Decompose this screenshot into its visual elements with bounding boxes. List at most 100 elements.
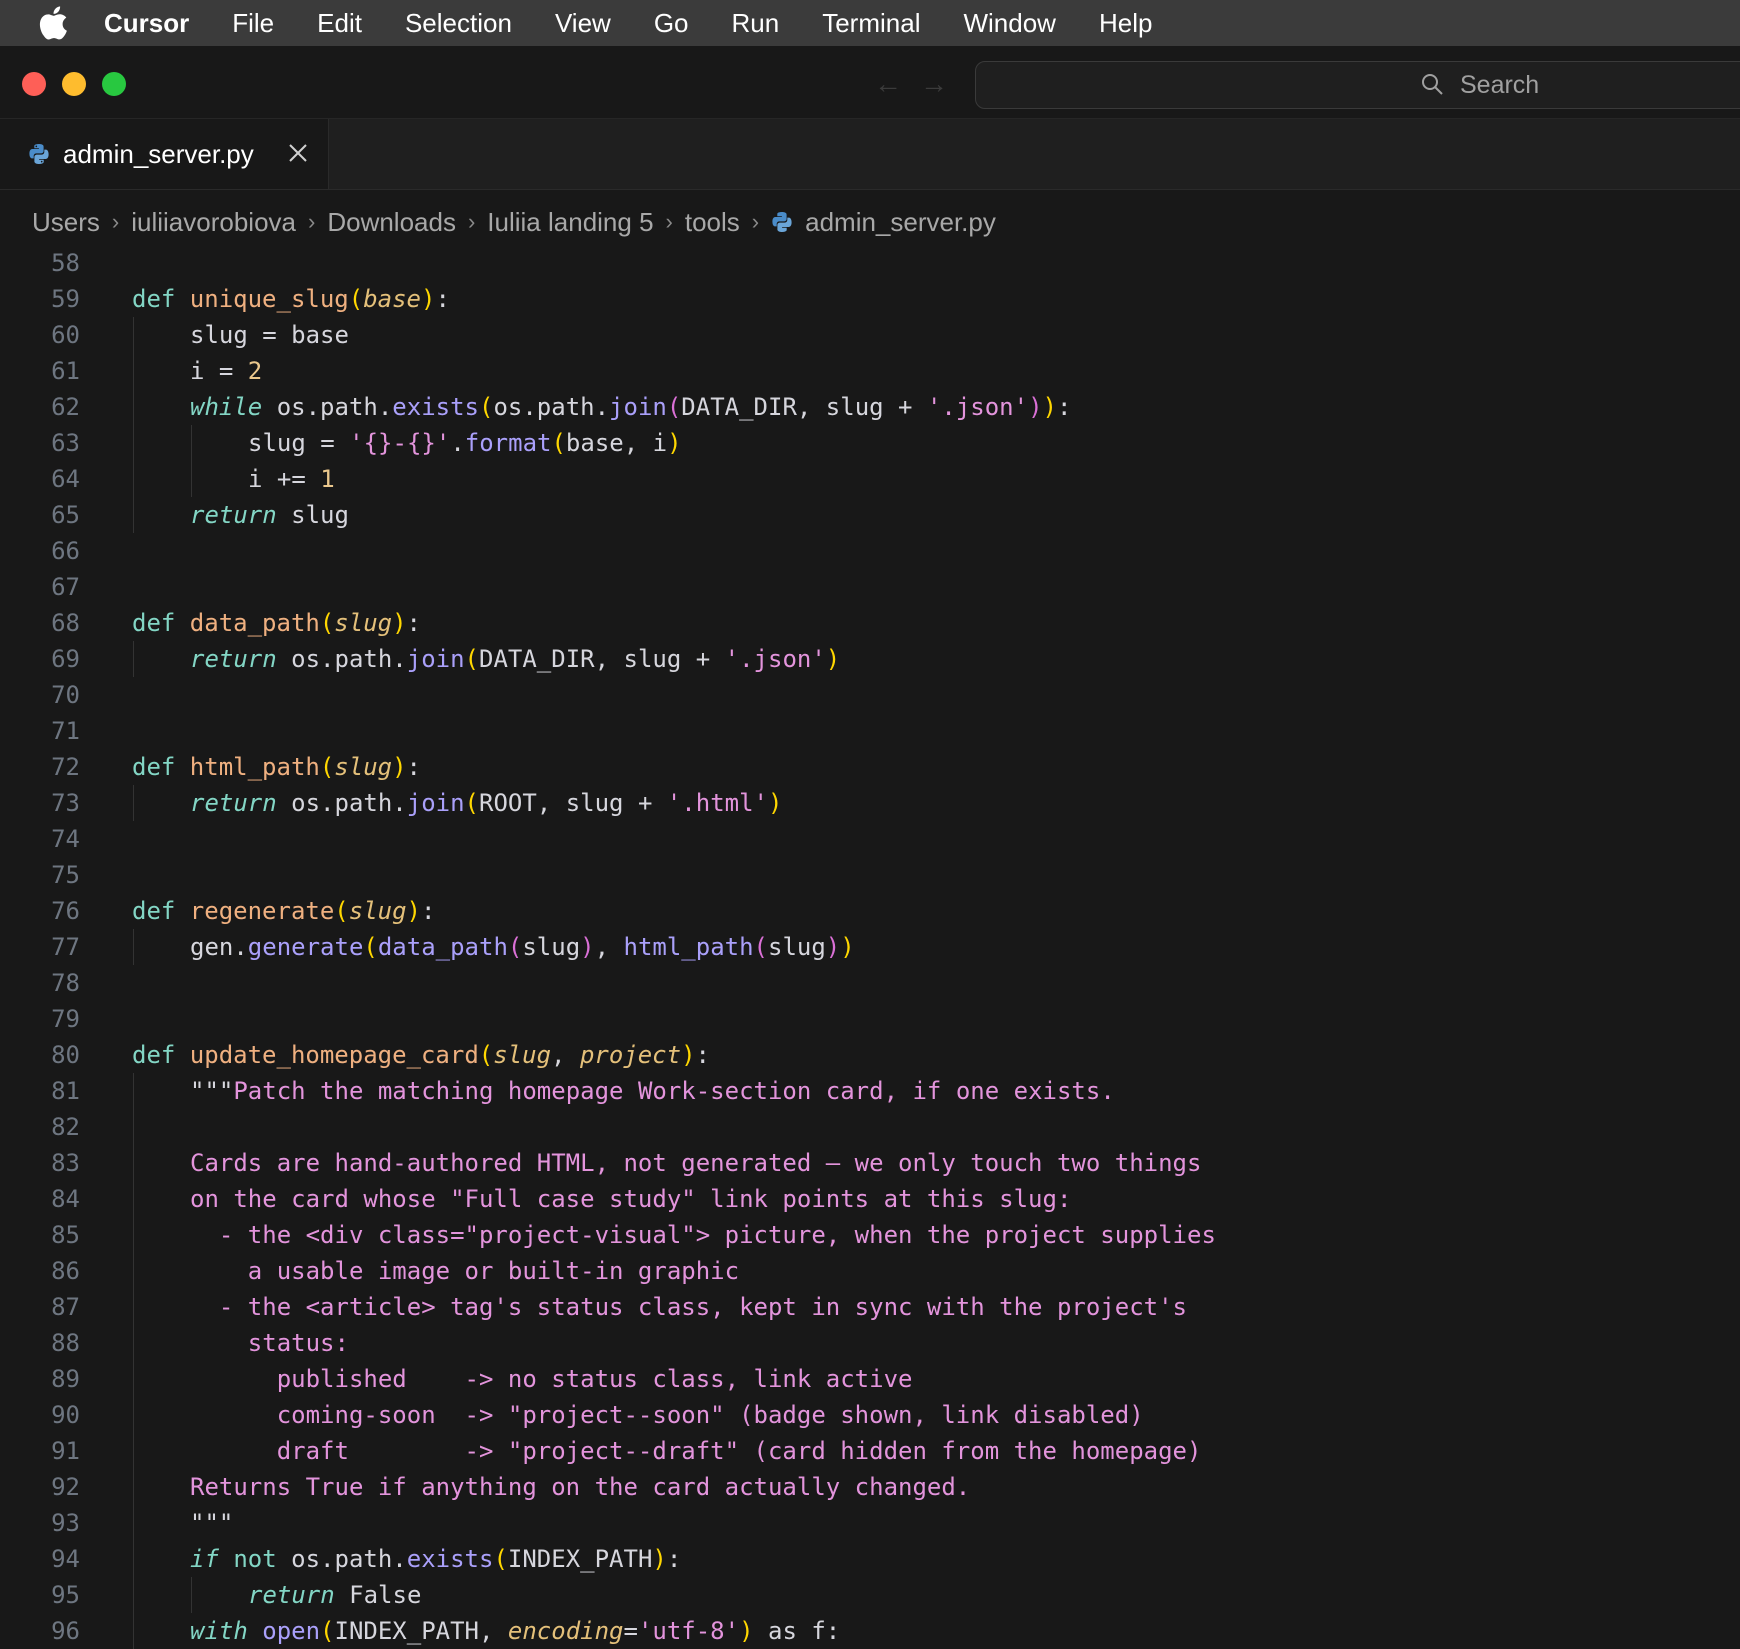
line-number: 93 <box>51 1509 80 1537</box>
code-line[interactable]: 81 """Patch the matching homepage Work-se… <box>0 1073 1740 1109</box>
code-line[interactable]: 96 with open(INDEX_PATH, encoding='utf-8'… <box>0 1613 1740 1649</box>
code-token: join <box>406 789 465 817</box>
code-line[interactable]: 70 <box>0 677 1740 713</box>
code-line[interactable]: 65 return slug <box>0 497 1740 533</box>
menu-help[interactable]: Help <box>1099 8 1152 39</box>
code-token: open <box>262 1617 321 1645</box>
code-line[interactable]: 58 <box>0 245 1740 281</box>
code-text: return False <box>248 1577 421 1613</box>
menu-terminal[interactable]: Terminal <box>822 8 920 39</box>
editor-tab-admin-server[interactable]: admin_server.py <box>0 119 329 189</box>
menu-file[interactable]: File <box>232 8 274 39</box>
code-line[interactable]: 89 published -> no status class, link ac… <box>0 1361 1740 1397</box>
code-line[interactable]: 88 status: <box>0 1325 1740 1361</box>
code-token: html_path <box>189 753 320 781</box>
breadcrumb-item[interactable]: iuliiavorobiova <box>131 207 296 238</box>
code-token: ) <box>392 753 407 781</box>
code-line[interactable]: 64 i += 1 <box>0 461 1740 497</box>
indent-guide <box>133 1397 134 1433</box>
line-number: 75 <box>51 861 80 889</box>
code-line[interactable]: 62 while os.path.exists(os.path.join(DATA… <box>0 389 1740 425</box>
window-minimize-button[interactable] <box>62 72 86 96</box>
breadcrumb: Users › iuliiavorobiova › Downloads › Iu… <box>32 202 996 242</box>
code-line[interactable]: 80 def update_homepage_card(slug, project… <box>0 1037 1740 1073</box>
code-line[interactable]: 86 a usable image or built-in graphic <box>0 1253 1740 1289</box>
code-line[interactable]: 94 if not os.path.exists(INDEX_PATH): <box>0 1541 1740 1577</box>
menu-window[interactable]: Window <box>963 8 1055 39</box>
code-line[interactable]: 63 slug = '{}-{}'.format(base, i) <box>0 425 1740 461</box>
window-close-button[interactable] <box>22 72 46 96</box>
line-number: 77 <box>51 933 80 961</box>
code-token: return <box>248 1581 335 1609</box>
code-token: slug <box>348 897 407 925</box>
window-maximize-button[interactable] <box>102 72 126 96</box>
breadcrumb-item[interactable]: admin_server.py <box>805 207 996 238</box>
command-search-box[interactable]: Search <box>975 61 1740 109</box>
breadcrumb-item[interactable]: Users <box>32 207 100 238</box>
code-line[interactable]: 79 <box>0 1001 1740 1037</box>
code-editor[interactable]: 58 59 def unique_slug(base): 60 slug = base 6… <box>0 245 1740 1649</box>
menu-selection[interactable]: Selection <box>405 8 512 39</box>
line-number: 96 <box>51 1617 80 1645</box>
code-token: slug = base <box>190 321 349 349</box>
code-line[interactable]: 71 <box>0 713 1740 749</box>
breadcrumb-item[interactable]: Downloads <box>327 207 456 238</box>
code-line[interactable]: 77 gen.generate(data_path(slug), html_pat… <box>0 929 1740 965</box>
menu-view[interactable]: View <box>555 8 611 39</box>
code-text: Returns True if anything on the card act… <box>190 1469 970 1505</box>
back-arrow-icon[interactable]: ← <box>874 68 902 100</box>
code-line[interactable]: 60 slug = base <box>0 317 1740 353</box>
forward-arrow-icon[interactable]: → <box>920 68 948 100</box>
breadcrumb-item[interactable]: Iuliia landing 5 <box>487 207 653 238</box>
code-line[interactable]: 59 def unique_slug(base): <box>0 281 1740 317</box>
code-line[interactable]: 83 Cards are hand-authored HTML, not gene… <box>0 1145 1740 1181</box>
code-text: published -> no status class, link activ… <box>190 1361 913 1397</box>
code-line[interactable]: 76 def regenerate(slug): <box>0 893 1740 929</box>
code-line[interactable]: 67 <box>0 569 1740 605</box>
menu-app-name[interactable]: Cursor <box>104 8 189 39</box>
apple-logo-icon[interactable] <box>38 6 68 40</box>
code-line[interactable]: 90 coming-soon -> "project--soon" (badge… <box>0 1397 1740 1433</box>
menu-edit[interactable]: Edit <box>317 8 362 39</box>
code-line[interactable]: 61 i = 2 <box>0 353 1740 389</box>
code-token: '{}-{}' <box>349 429 451 457</box>
code-text: def data_path(slug): <box>132 605 421 641</box>
python-file-icon <box>772 212 792 232</box>
code-line[interactable]: 87 - the <article> tag's status class, k… <box>0 1289 1740 1325</box>
code-line[interactable]: 66 <box>0 533 1740 569</box>
code-line[interactable]: 93 """ <box>0 1505 1740 1541</box>
line-number: 67 <box>51 573 80 601</box>
indent-guide <box>133 1289 134 1325</box>
code-token: : <box>1057 393 1072 421</box>
code-token: ( <box>334 897 349 925</box>
code-token: return <box>190 501 277 529</box>
code-token: encoding <box>507 1617 624 1645</box>
code-line[interactable]: 78 <box>0 965 1740 1001</box>
code-line[interactable]: 84 on the card whose "Full case study" li… <box>0 1181 1740 1217</box>
code-line[interactable]: 82 <box>0 1109 1740 1145</box>
breadcrumb-item[interactable]: tools <box>685 207 740 238</box>
code-text: slug = '{}-{}'.format(base, i) <box>248 425 682 461</box>
code-line[interactable]: 95 return False <box>0 1577 1740 1613</box>
menu-go[interactable]: Go <box>654 8 689 39</box>
code-line[interactable]: 72 def html_path(slug): <box>0 749 1740 785</box>
code-line[interactable]: 92 Returns True if anything on the card a… <box>0 1469 1740 1505</box>
code-text: return slug <box>190 497 349 533</box>
code-token: return <box>190 645 277 673</box>
code-line[interactable]: 75 <box>0 857 1740 893</box>
code-token: INDEX_PATH <box>507 1545 653 1573</box>
code-line[interactable]: 73 return os.path.join(ROOT, slug + '.htm… <box>0 785 1740 821</box>
code-line[interactable]: 91 draft -> "project--draft" (card hidde… <box>0 1433 1740 1469</box>
code-token: ( <box>753 933 768 961</box>
code-line[interactable]: 69 return os.path.join(DATA_DIR, slug + '… <box>0 641 1740 677</box>
line-number: 88 <box>51 1329 80 1357</box>
code-text: - the <article> tag's status class, kept… <box>190 1289 1187 1325</box>
close-icon[interactable] <box>288 143 308 163</box>
code-line[interactable]: 74 <box>0 821 1740 857</box>
menu-run[interactable]: Run <box>732 8 780 39</box>
code-token: ) <box>739 1617 754 1645</box>
indent-guide <box>133 1505 134 1541</box>
code-line[interactable]: 68 def data_path(slug): <box>0 605 1740 641</box>
code-token: - the <div class="project-visual"> pictu… <box>190 1221 1216 1249</box>
code-line[interactable]: 85 - the <div class="project-visual"> pi… <box>0 1217 1740 1253</box>
